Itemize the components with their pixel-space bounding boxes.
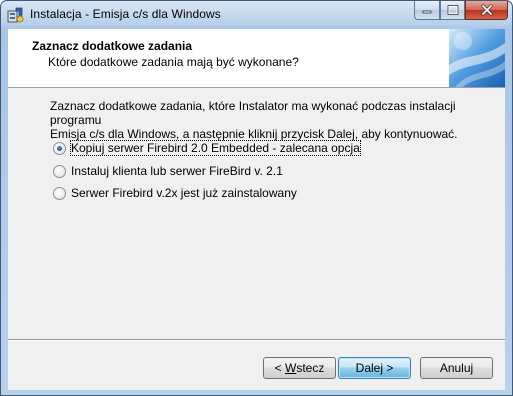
back-button[interactable]: < Wstecz [263,357,336,379]
footer-divider [8,339,505,341]
page-title: Zaznacz dodatkowe zadania [32,39,193,53]
instructions-line-2: Emisja c/s dla Windows, a następnie klik… [50,127,458,141]
title-bar[interactable]: Instalacja - Emisja c/s dla Windows [1,1,512,29]
installer-icon [7,7,24,23]
radio-button[interactable] [53,187,66,200]
maximize-icon [447,5,458,15]
back-rest: stecz [296,361,325,375]
close-button[interactable] [465,1,508,20]
option-label[interactable]: Instaluj klienta lub serwer FireBird v. … [71,164,283,178]
back-mnemonic: W [285,361,297,375]
radio-button-checked[interactable] [53,142,66,155]
minimize-icon [422,10,432,14]
option-label[interactable]: Serwer Firebird v.2x jest już zainstalow… [71,186,297,200]
maximize-button[interactable] [440,1,465,20]
next-button[interactable]: Dalej > [338,357,411,379]
wizard-body: Zaznacz dodatkowe zadania Które dodatkow… [8,29,505,390]
back-prefix: < [274,361,285,375]
option-label[interactable]: Kopiuj serwer Firebird 2.0 Embedded - za… [70,140,361,156]
wizard-header: Zaznacz dodatkowe zadania Które dodatkow… [8,29,505,88]
cancel-button[interactable]: Anuluj [420,357,493,379]
minimize-button[interactable] [414,1,440,20]
installer-window: Instalacja - Emisja c/s dla Windows Zazn… [0,0,513,396]
window-title: Instalacja - Emisja c/s dla Windows [30,7,221,21]
page-subtitle: Które dodatkowe zadania mają być wykonan… [48,55,299,69]
wizard-graphic-icon [449,29,505,87]
radio-button[interactable] [53,165,66,178]
instructions-text: Zaznacz dodatkowe zadania, które Instala… [50,99,490,141]
close-icon [480,4,493,16]
instructions-line-1: Zaznacz dodatkowe zadania, które Instala… [50,99,456,127]
